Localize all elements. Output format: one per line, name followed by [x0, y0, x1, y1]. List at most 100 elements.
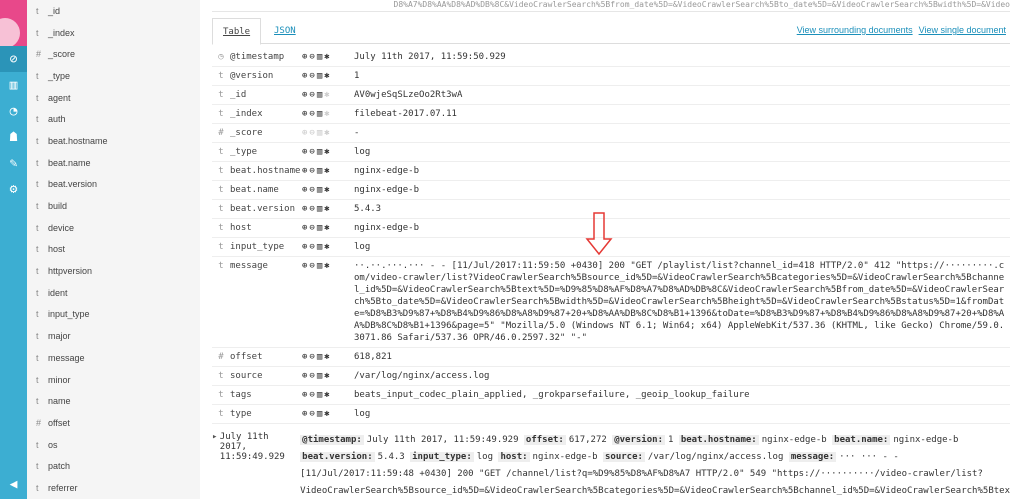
filter-exists-icon[interactable]: ✱: [324, 409, 331, 419]
field-type-icon: t: [36, 135, 39, 146]
expand-icon[interactable]: ▸: [212, 432, 220, 500]
view-single-link[interactable]: View single document: [919, 25, 1006, 35]
view-surrounding-link[interactable]: View surrounding documents: [797, 25, 913, 35]
filter-out-value-icon[interactable]: ⊖: [309, 223, 316, 233]
field-type-icon: t: [218, 390, 224, 400]
field-item[interactable]: t message: [27, 347, 200, 369]
field-item[interactable]: t ident: [27, 282, 200, 304]
field-name: input_type: [230, 242, 285, 252]
field-name: source: [230, 371, 263, 381]
filter-exists-icon[interactable]: ✱: [324, 242, 331, 252]
filter-exists-icon[interactable]: ✱: [324, 185, 331, 195]
timelion-icon[interactable]: ☗: [0, 124, 27, 150]
field-type-icon: t: [218, 185, 224, 195]
discover-icon[interactable]: ⊘: [0, 46, 27, 72]
field-item[interactable]: t host: [27, 239, 200, 261]
filter-exists-icon[interactable]: ✱: [324, 223, 331, 233]
filter-out-value-icon[interactable]: ⊖: [309, 261, 316, 271]
filter-exists-icon[interactable]: ✱: [324, 371, 331, 381]
field-item[interactable]: t patch: [27, 455, 200, 477]
field-value: -: [354, 128, 360, 138]
field-item[interactable]: # offset: [27, 412, 200, 434]
dev-tools-icon[interactable]: ✎: [0, 150, 27, 176]
field-type-icon: t: [36, 222, 39, 233]
filter-out-value-icon[interactable]: ⊖: [309, 204, 316, 214]
field-item[interactable]: t auth: [27, 108, 200, 130]
tab-json[interactable]: JSON: [264, 18, 306, 45]
field-value: log: [354, 409, 371, 419]
field-item[interactable]: t input_type: [27, 304, 200, 326]
filter-exists-icon[interactable]: ✱: [324, 352, 331, 362]
filter-out-value-icon[interactable]: ⊖: [309, 166, 316, 176]
field-item[interactable]: t agent: [27, 87, 200, 109]
field-value: /var/log/nginx/access.log: [354, 371, 490, 381]
field-item[interactable]: t os: [27, 434, 200, 456]
field-item[interactable]: t _index: [27, 22, 200, 44]
filter-out-value-icon[interactable]: ⊖: [309, 409, 316, 419]
field-item[interactable]: t major: [27, 325, 200, 347]
visualize-icon[interactable]: ▥: [0, 72, 27, 98]
filter-out-value-icon[interactable]: ⊖: [309, 147, 316, 157]
field-item[interactable]: t referrer: [27, 477, 200, 499]
next-document-row[interactable]: ▸ July 11th 2017, 11:59:49.929 @timestam…: [212, 432, 1010, 500]
filter-exists-icon[interactable]: ✱: [324, 109, 331, 119]
field-type-icon: t: [36, 114, 39, 125]
source-key: beat.hostname:: [678, 435, 759, 445]
management-icon[interactable]: ⚙: [0, 176, 27, 202]
source-key: beat.name:: [832, 435, 891, 445]
filter-out-value-icon[interactable]: ⊖: [309, 390, 316, 400]
filter-out-value-icon[interactable]: ⊖: [309, 128, 316, 138]
field-item[interactable]: # _score: [27, 43, 200, 65]
filter-out-value-icon[interactable]: ⊖: [309, 352, 316, 362]
field-value: nginx-edge-b: [354, 223, 420, 233]
filter-out-value-icon[interactable]: ⊖: [309, 52, 316, 62]
source-key: message:: [788, 452, 837, 462]
dashboard-icon[interactable]: ◔: [0, 98, 27, 124]
filter-out-value-icon[interactable]: ⊖: [309, 71, 316, 81]
detail-tabs: Table JSON View surrounding documents Vie…: [212, 18, 1010, 45]
kibana-logo[interactable]: [0, 0, 27, 46]
filter-out-value-icon[interactable]: ⊖: [309, 185, 316, 195]
filter-out-value-icon[interactable]: ⊖: [309, 109, 316, 119]
filter-exists-icon[interactable]: ✱: [324, 147, 331, 157]
field-item[interactable]: t minor: [27, 369, 200, 391]
field-item[interactable]: t beat.name: [27, 152, 200, 174]
filter-exists-icon[interactable]: ✱: [324, 71, 331, 81]
field-item[interactable]: t name: [27, 390, 200, 412]
field-item[interactable]: t build: [27, 195, 200, 217]
field-item[interactable]: t beat.hostname: [27, 130, 200, 152]
field-item[interactable]: t _type: [27, 65, 200, 87]
filter-exists-icon[interactable]: ✱: [324, 90, 331, 100]
field-type-icon: t: [218, 147, 224, 157]
field-type-icon: t: [218, 71, 224, 81]
source-value: /var/log/nginx/access.log: [647, 452, 784, 462]
filter-exists-icon[interactable]: ✱: [324, 261, 331, 271]
field-row: ◷ @timestamp ⊕⊖▥✱ July 11th 2017, 11:59:50.…: [212, 48, 1010, 67]
field-type-icon: t: [218, 223, 224, 233]
field-list: t _id t _index # _score t _type t agent t auth t beat…: [27, 0, 200, 499]
filter-exists-icon[interactable]: ✱: [324, 52, 331, 62]
filter-exists-icon[interactable]: ✱: [324, 166, 331, 176]
field-value: nginx-edge-b: [354, 185, 420, 195]
collapse-icon[interactable]: ◀: [0, 471, 27, 497]
filter-out-value-icon[interactable]: ⊖: [309, 242, 316, 252]
field-name: build: [48, 201, 68, 212]
field-name: name: [48, 396, 71, 407]
field-item[interactable]: t httpversion: [27, 260, 200, 282]
document-time: July 11th 2017, 11:59:49.929: [219, 432, 285, 462]
field-type-icon: t: [218, 242, 224, 252]
filter-exists-icon[interactable]: ✱: [324, 204, 331, 214]
field-item[interactable]: t device: [27, 217, 200, 239]
field-type-icon: t: [218, 204, 224, 214]
filter-exists-icon[interactable]: ✱: [324, 390, 331, 400]
source-value: nginx-edge-b: [893, 435, 959, 445]
field-type-icon: ◷: [218, 52, 224, 62]
filter-out-value-icon[interactable]: ⊖: [309, 371, 316, 381]
field-name: tags: [230, 390, 252, 400]
tab-table[interactable]: Table: [212, 18, 262, 45]
field-item[interactable]: t beat.version: [27, 174, 200, 196]
filter-out-value-icon[interactable]: ⊖: [309, 90, 316, 100]
field-name: major: [48, 331, 71, 342]
filter-exists-icon[interactable]: ✱: [324, 128, 331, 138]
field-item[interactable]: t _id: [27, 0, 200, 22]
